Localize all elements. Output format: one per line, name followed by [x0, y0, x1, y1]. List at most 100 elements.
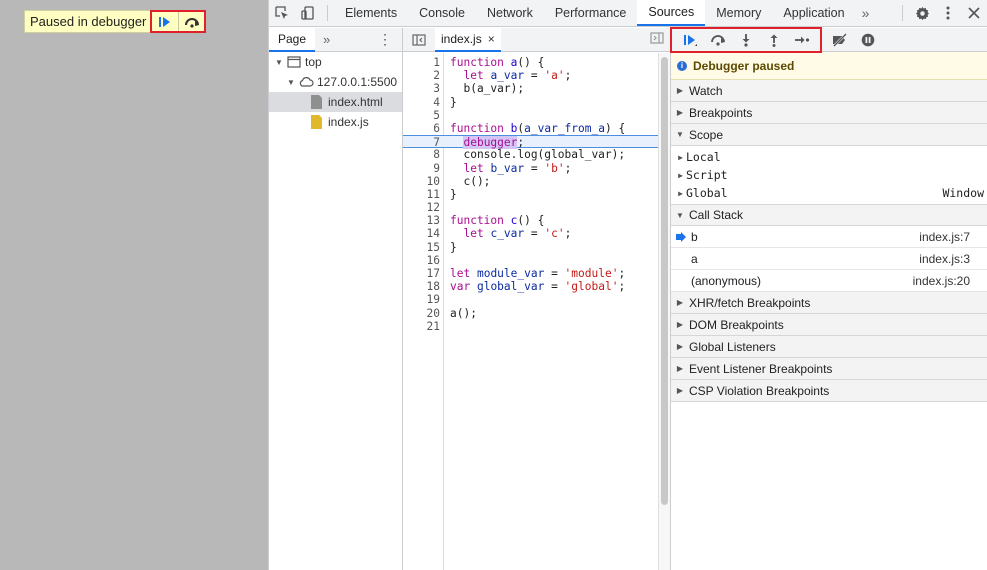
tree-item-top[interactable]: ▼ top	[269, 52, 402, 72]
customize-menu-button[interactable]	[935, 0, 961, 26]
line-number: 11	[426, 187, 440, 201]
line-number: 2	[433, 69, 440, 83]
scope-script[interactable]: ▶ Script	[671, 166, 987, 184]
expand-arrow-icon: ▼	[287, 77, 295, 87]
file-tab-label: index.js	[441, 31, 482, 46]
tree-item-origin[interactable]: ▼ 127.0.0.1:5500	[269, 72, 402, 92]
call-frame-location[interactable]: index.js:3	[919, 252, 970, 266]
call-frame[interactable]: (anonymous) index.js:20	[671, 270, 987, 292]
code-line: 1 function a() {	[403, 56, 658, 69]
step-out-button[interactable]	[760, 29, 788, 51]
call-frame-function: (anonymous)	[691, 273, 762, 288]
overlay-controls	[150, 10, 207, 33]
line-number: 5	[433, 108, 440, 122]
section-dom-breakpoints[interactable]: ▶ DOM Breakpoints	[671, 314, 987, 336]
resume-icon	[684, 34, 697, 46]
call-frame-location[interactable]: index.js:7	[919, 230, 970, 244]
code-line: 17 let module_var = 'module';	[403, 267, 658, 280]
scrollbar-thumb[interactable]	[661, 57, 668, 505]
tab-network[interactable]: Network	[476, 0, 544, 26]
close-icon	[968, 7, 980, 19]
section-breakpoints[interactable]: ▶ Breakpoints	[671, 102, 987, 124]
sidebar-toggle-icon	[650, 32, 664, 44]
close-devtools-button[interactable]	[961, 0, 987, 26]
scope-label: Global	[686, 186, 728, 200]
step-into-button[interactable]	[732, 29, 760, 51]
line-number: 15	[426, 240, 440, 254]
line-number: 8	[433, 148, 440, 162]
tab-console[interactable]: Console	[408, 0, 476, 26]
section-call-stack[interactable]: ▼ Call Stack	[671, 204, 987, 226]
html-file-icon	[311, 95, 322, 109]
paused-label: Paused in debugger	[30, 14, 147, 29]
call-frame[interactable]: b index.js:7	[671, 226, 987, 248]
code-line: 9 let b_var = 'b';	[403, 162, 658, 175]
device-icon	[301, 6, 314, 20]
scope-global[interactable]: ▶ Global Window	[671, 184, 987, 202]
file-tab-index-js[interactable]: index.js ×	[435, 27, 501, 52]
expand-arrow-icon: ▶	[678, 170, 683, 180]
navigator-header: Page » ⋮	[269, 27, 402, 52]
inspect-element-button[interactable]	[269, 0, 295, 26]
expand-arrow-icon: ▶	[676, 364, 684, 373]
cloud-icon	[299, 77, 314, 87]
code-line: 3 b(a_var);	[403, 82, 658, 95]
section-scope[interactable]: ▼ Scope	[671, 124, 987, 146]
tree-item-label: 127.0.0.1:5500	[317, 75, 398, 89]
section-global-listeners[interactable]: ▶ Global Listeners	[671, 336, 987, 358]
pause-exceptions-icon	[861, 33, 875, 46]
section-event-listener-breakpoints[interactable]: ▶ Event Listener Breakpoints	[671, 358, 987, 380]
call-frame-location[interactable]: index.js:20	[913, 274, 970, 288]
line-number: 3	[433, 82, 440, 96]
tab-elements[interactable]: Elements	[334, 0, 408, 26]
close-tab-icon[interactable]: ×	[488, 32, 495, 46]
expand-arrow-icon: ▼	[275, 57, 283, 67]
call-frame[interactable]: a index.js:3	[671, 248, 987, 270]
tab-performance[interactable]: Performance	[544, 0, 638, 26]
navigator-menu-icon[interactable]: ⋮	[378, 31, 392, 48]
section-title: DOM Breakpoints	[689, 317, 784, 332]
tree-item-index-js[interactable]: index.js	[269, 112, 402, 132]
page-viewport: Paused in debugger	[0, 0, 268, 570]
expand-arrow-icon: ▶	[676, 342, 684, 351]
current-frame-arrow-icon	[676, 232, 686, 242]
code-line: 2 let a_var = 'a';	[403, 69, 658, 82]
code-line: 12	[403, 201, 658, 214]
expand-arrow-icon: ▶	[676, 386, 684, 395]
navigator-more-button[interactable]: »	[323, 32, 330, 47]
tab-memory[interactable]: Memory	[705, 0, 772, 26]
expand-arrow-icon: ▶	[676, 86, 684, 95]
tab-page[interactable]: Page	[269, 27, 316, 52]
step-over-button[interactable]	[704, 29, 732, 51]
expand-arrow-icon: ▶	[678, 152, 683, 162]
scope-local[interactable]: ▶ Local	[671, 148, 987, 166]
more-tabs-button[interactable]: »	[856, 0, 876, 26]
toggle-debugger-button[interactable]	[650, 32, 664, 47]
tab-application[interactable]: Application	[772, 0, 855, 26]
settings-button[interactable]	[909, 0, 935, 26]
toolbar-divider	[327, 5, 328, 21]
execution-controls	[670, 26, 822, 53]
toggle-navigator-button[interactable]	[403, 33, 435, 46]
deactivate-breakpoints-button[interactable]	[826, 29, 854, 51]
section-watch[interactable]: ▶ Watch	[671, 80, 987, 102]
call-frame-function: b	[691, 229, 698, 244]
step-over-icon	[711, 34, 725, 46]
editor-scrollbar[interactable]	[658, 53, 670, 570]
section-xhr-breakpoints[interactable]: ▶ XHR/fetch Breakpoints	[671, 292, 987, 314]
code-area[interactable]: 1 function a() { 2 let a_var = 'a'; 3 b(a…	[403, 53, 658, 570]
pause-on-exceptions-button[interactable]	[854, 29, 882, 51]
section-csp-violation-breakpoints[interactable]: ▶ CSP Violation Breakpoints	[671, 380, 987, 402]
tab-sources[interactable]: Sources	[637, 0, 706, 26]
code-line: 8 console.log(global_var);	[403, 148, 658, 161]
main-toolbar: Elements Console Network Performance Sou…	[269, 0, 987, 27]
resume-button[interactable]	[676, 29, 704, 51]
deactivate-breakpoints-icon	[833, 32, 847, 47]
tree-item-index-html[interactable]: index.html	[269, 92, 402, 112]
device-toolbar-button[interactable]	[295, 0, 321, 26]
paused-banner-text: Debugger paused	[693, 58, 795, 73]
step-button[interactable]	[788, 29, 816, 51]
collapse-arrow-icon: ▼	[676, 130, 684, 139]
overlay-step-over-button[interactable]	[178, 12, 204, 31]
overlay-resume-button[interactable]	[152, 12, 178, 31]
